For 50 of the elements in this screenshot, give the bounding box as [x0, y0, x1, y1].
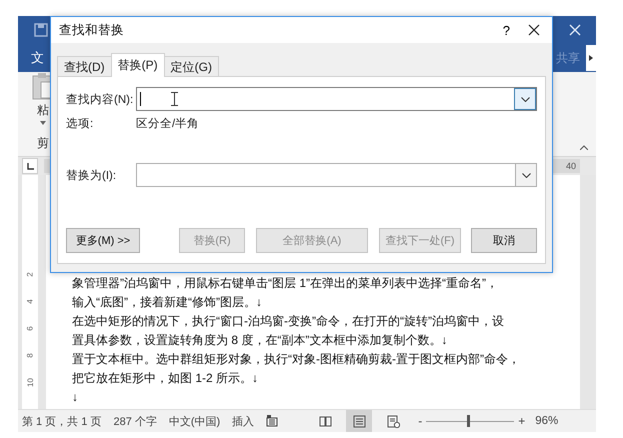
save-icon[interactable]	[34, 23, 48, 37]
text-cursor-icon	[171, 92, 178, 106]
macro-icon[interactable]	[266, 415, 278, 427]
web-page-icon	[386, 414, 400, 428]
text-line: 在选中矩形的情况下，执行“窗口-泊坞窗-变换”命令，在打开的“旋转”泊坞窗中，设	[72, 313, 505, 330]
group-label: 剪	[37, 135, 49, 152]
tab[interactable]: 替换(P)	[110, 53, 165, 77]
ruler-number: 2	[26, 272, 34, 277]
text-line: 输入“底图”，接着新建“修饰”图层。↓	[72, 294, 263, 311]
tab-selector[interactable]	[22, 158, 38, 174]
ribbon-tab[interactable]: 文	[31, 49, 44, 67]
text-line: 象管理器”泊坞窗中，用鼠标右键单击“图层 1”在弹出的菜单列表中选择“重命名”，	[72, 275, 499, 292]
chevron-down-icon	[522, 172, 530, 178]
close-icon[interactable]	[528, 24, 540, 36]
field-label: 替换为(I):	[66, 168, 118, 182]
ruler-number: 10	[26, 378, 34, 387]
zoom-out-button[interactable]: -	[416, 414, 424, 428]
options-value: 区分全/半角	[136, 116, 200, 130]
ruler-number: 40	[566, 161, 576, 171]
text-line: ↓	[72, 389, 79, 406]
dialog-button[interactable]: 更多(M) >>	[66, 228, 140, 253]
text-line: 置具体参数，设置旋转角度为 8 度，在“副本”文本框中添加复制个数。↓	[72, 332, 448, 349]
combo-box[interactable]	[136, 87, 537, 111]
status-item: 287 个字	[113, 414, 157, 428]
paste-label[interactable]: 粘	[37, 102, 49, 119]
ruler-number: 6	[26, 326, 34, 331]
book-icon	[318, 414, 332, 428]
page-icon	[352, 414, 366, 428]
text-line: 置于文本框中。选中群组矩形对象，执行“对象-图框精确剪裁-置于图文框内部”命令，	[72, 351, 521, 368]
caret-icon[interactable]	[40, 121, 46, 125]
tab[interactable]: 定位(G)	[164, 56, 219, 77]
field-label: 查找内容(N):	[66, 92, 134, 106]
options-label: 选项:	[66, 116, 94, 130]
dialog-title: 查找和替换	[59, 22, 124, 38]
tab-stop-icon	[26, 162, 34, 170]
status-item[interactable]: 插入	[232, 414, 254, 428]
collapse-icon[interactable]	[580, 145, 588, 150]
zoom-level[interactable]: 96%	[535, 415, 558, 427]
chevron-down-icon	[520, 96, 530, 102]
ruler-number: 8	[26, 353, 34, 358]
text-line: 把它放在矩形中，如图 1-2 所示。↓	[72, 370, 260, 387]
caret-icon[interactable]	[589, 55, 593, 61]
view-button[interactable]	[346, 410, 372, 432]
tab[interactable]: 查找(D)	[57, 56, 112, 77]
status-item: 中文(中国)	[168, 414, 220, 428]
ruler-number: 4	[26, 299, 34, 304]
status-item[interactable]: 第 1 页，共 1 页	[22, 414, 102, 428]
dialog-button[interactable]: 取消	[471, 228, 537, 253]
zoom-in-button[interactable]: +	[516, 414, 528, 428]
help-button[interactable]: ?	[502, 22, 510, 38]
